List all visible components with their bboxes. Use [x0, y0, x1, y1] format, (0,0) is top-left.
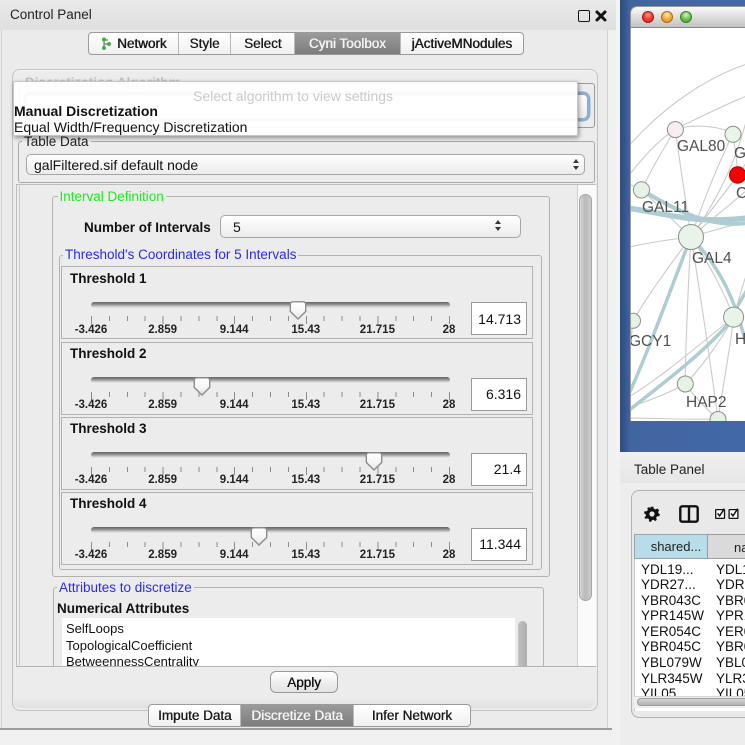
svg-text:GCY1: GCY1 [631, 333, 671, 350]
svg-text:GAL80: GAL80 [677, 138, 726, 155]
svg-text:H: H [735, 331, 745, 348]
svg-text:CA: CA [736, 185, 745, 202]
svg-text:GA: GA [734, 145, 745, 162]
svg-text:HAP2: HAP2 [686, 394, 727, 411]
svg-text:GAL11: GAL11 [642, 199, 689, 216]
svg-text:GAL4: GAL4 [692, 250, 732, 267]
